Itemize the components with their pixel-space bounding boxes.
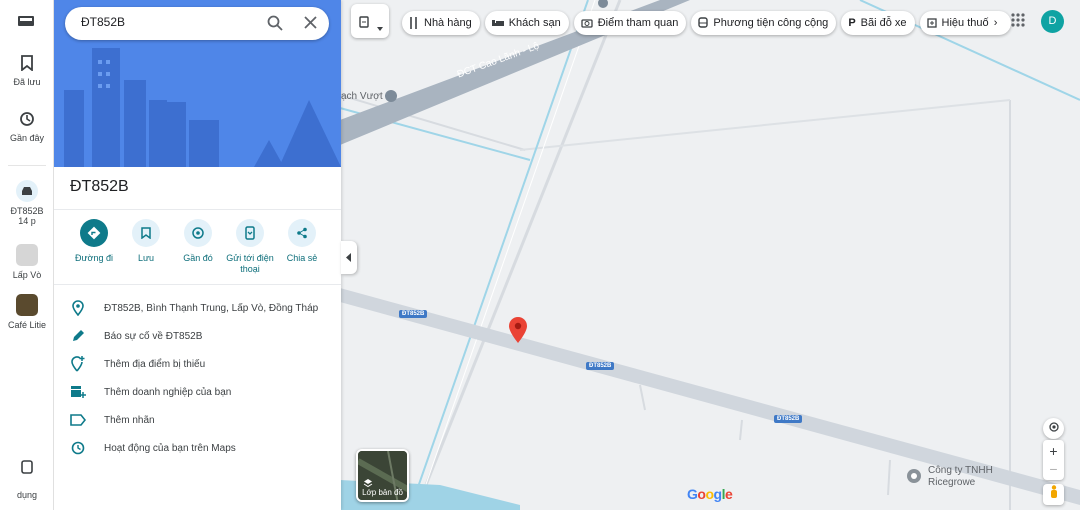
search-input[interactable]	[81, 15, 251, 29]
my-location-button[interactable]	[1043, 418, 1064, 439]
chip-restaurants[interactable]: Nhà hàng	[402, 11, 480, 35]
chip-transit[interactable]: Phương tiện công cộng	[691, 11, 837, 35]
rail-item-saved[interactable]: Đã lưu	[0, 55, 54, 87]
location-pin-icon	[54, 300, 102, 316]
category-chips: Nhà hàng Khách sạn Điểm tham quan Phương…	[402, 11, 1011, 35]
car-icon	[16, 180, 38, 202]
avatar[interactable]: D	[1041, 10, 1064, 33]
chip-hotels[interactable]: Khách sạn	[484, 11, 569, 35]
action-bar: Đường đi Lưu Gần đó Gửi tới điện thoại C…	[68, 219, 328, 275]
send-to-phone-button[interactable]: Gửi tới điện thoại	[224, 219, 276, 275]
info-address[interactable]: ĐT852B, Bình Thạnh Trung, Lấp Vò, Đồng T…	[54, 294, 341, 322]
send-to-phone-icon	[236, 219, 264, 247]
rail-get-app[interactable]: dụng	[0, 460, 54, 500]
pharmacy-icon	[926, 18, 937, 28]
save-button[interactable]: Lưu	[120, 219, 172, 275]
rail-recent-place[interactable]: Lấp Vò	[0, 244, 54, 280]
chevron-right-icon[interactable]: ›	[989, 17, 1003, 29]
add-business-icon	[54, 385, 102, 399]
rail-recent-label: Lấp Vò	[12, 270, 42, 280]
rail-recent-label: ĐT852B	[10, 206, 44, 216]
poi-label[interactable]: Công ty TNHH Ricegrowe	[928, 465, 993, 489]
bookmark-icon	[0, 55, 54, 73]
street-view-button[interactable]	[1043, 484, 1064, 505]
road-label: ĐT852B	[399, 310, 428, 318]
info-report-issue[interactable]: Báo sự cố về ĐT852B	[54, 322, 341, 350]
divider	[54, 284, 341, 285]
history-icon	[54, 441, 102, 455]
chevron-left-icon	[346, 249, 352, 267]
transit-icon	[698, 17, 709, 29]
rail-recent-sub: 14 p	[18, 216, 36, 226]
pencil-icon	[54, 329, 102, 343]
close-icon[interactable]	[304, 16, 317, 34]
menu-icon[interactable]	[18, 14, 36, 30]
zoom-in-button[interactable]: +	[1049, 442, 1057, 460]
place-panel: ĐT852B Đường đi Lưu Gần đó Gửi tới điện …	[54, 0, 341, 510]
rail-item-recent[interactable]: Gần đây	[0, 111, 54, 143]
poi-name-line1: Công ty TNHH	[928, 465, 993, 476]
search-icon[interactable]	[267, 15, 283, 36]
nearby-icon	[184, 219, 212, 247]
apps-grid-icon[interactable]	[1011, 13, 1025, 32]
map-layer-toggle[interactable]: Lớp bản đồ	[356, 449, 409, 502]
left-rail: Đã lưu Gần đây ĐT852B 14 p Lấp Vò Café L…	[0, 0, 54, 510]
chip-attractions[interactable]: Điểm tham quan	[573, 11, 687, 35]
nearby-button[interactable]: Gần đó	[172, 219, 224, 275]
road-label: ĐT852B	[586, 362, 615, 370]
zoom-controls: + −	[1043, 440, 1064, 480]
history-icon	[0, 111, 54, 129]
phone-icon	[0, 460, 54, 476]
rail-item-label: Gần đây	[9, 133, 45, 143]
chip-pharmacy[interactable]: Hiệu thuố ›	[919, 11, 1011, 35]
hotel-icon	[491, 18, 504, 28]
info-add-label[interactable]: Thêm nhãn	[54, 406, 341, 434]
place-thumbnail	[16, 294, 38, 316]
info-add-place[interactable]: Thêm địa điểm bị thiếu	[54, 350, 341, 378]
place-title: ĐT852B	[70, 178, 129, 195]
directions-icon	[80, 219, 108, 247]
overpass-label: ạch Vượt	[341, 91, 383, 102]
divider	[54, 209, 341, 210]
info-list: ĐT852B, Bình Thạnh Trung, Lấp Vò, Đồng T…	[54, 294, 341, 462]
map-layer-label: Lớp bản đồ	[362, 488, 403, 497]
rail-recent-place[interactable]: Café Litie	[0, 294, 54, 330]
poi-name-line2: Ricegrowe	[928, 477, 976, 488]
google-logo: Google	[687, 486, 733, 502]
rail-item-label: dụng	[16, 490, 38, 500]
rail-divider	[8, 165, 46, 166]
share-button[interactable]: Chia sẻ	[276, 219, 328, 275]
restaurant-icon	[409, 17, 419, 29]
chip-parking[interactable]: P Bãi đỗ xe	[841, 11, 915, 35]
zoom-out-button[interactable]: −	[1049, 460, 1057, 478]
rail-item-label: Đã lưu	[13, 77, 41, 87]
info-maps-activity[interactable]: Hoạt động của bạn trên Maps	[54, 434, 341, 462]
camera-icon	[581, 18, 593, 28]
directions-button[interactable]: Đường đi	[68, 219, 120, 275]
add-location-icon	[54, 356, 102, 372]
rail-recent-route[interactable]: ĐT852B 14 p	[0, 180, 54, 226]
share-icon	[288, 219, 316, 247]
road-label: ĐT852B	[774, 415, 803, 423]
layer-stack-icon	[359, 15, 369, 33]
info-add-business[interactable]: Thêm doanh nghiệp của bạn	[54, 378, 341, 406]
parking-icon: P	[848, 17, 856, 29]
search-box[interactable]	[65, 7, 329, 40]
transport-layer-button[interactable]	[351, 4, 389, 38]
label-icon	[54, 414, 102, 426]
rail-recent-label: Café Litie	[7, 320, 47, 330]
bookmark-icon	[132, 219, 160, 247]
place-thumbnail	[16, 244, 38, 266]
pegman-icon	[1050, 485, 1058, 504]
chevron-down-icon	[377, 18, 383, 36]
my-location-icon	[1048, 420, 1060, 438]
collapse-panel-button[interactable]	[341, 241, 357, 274]
